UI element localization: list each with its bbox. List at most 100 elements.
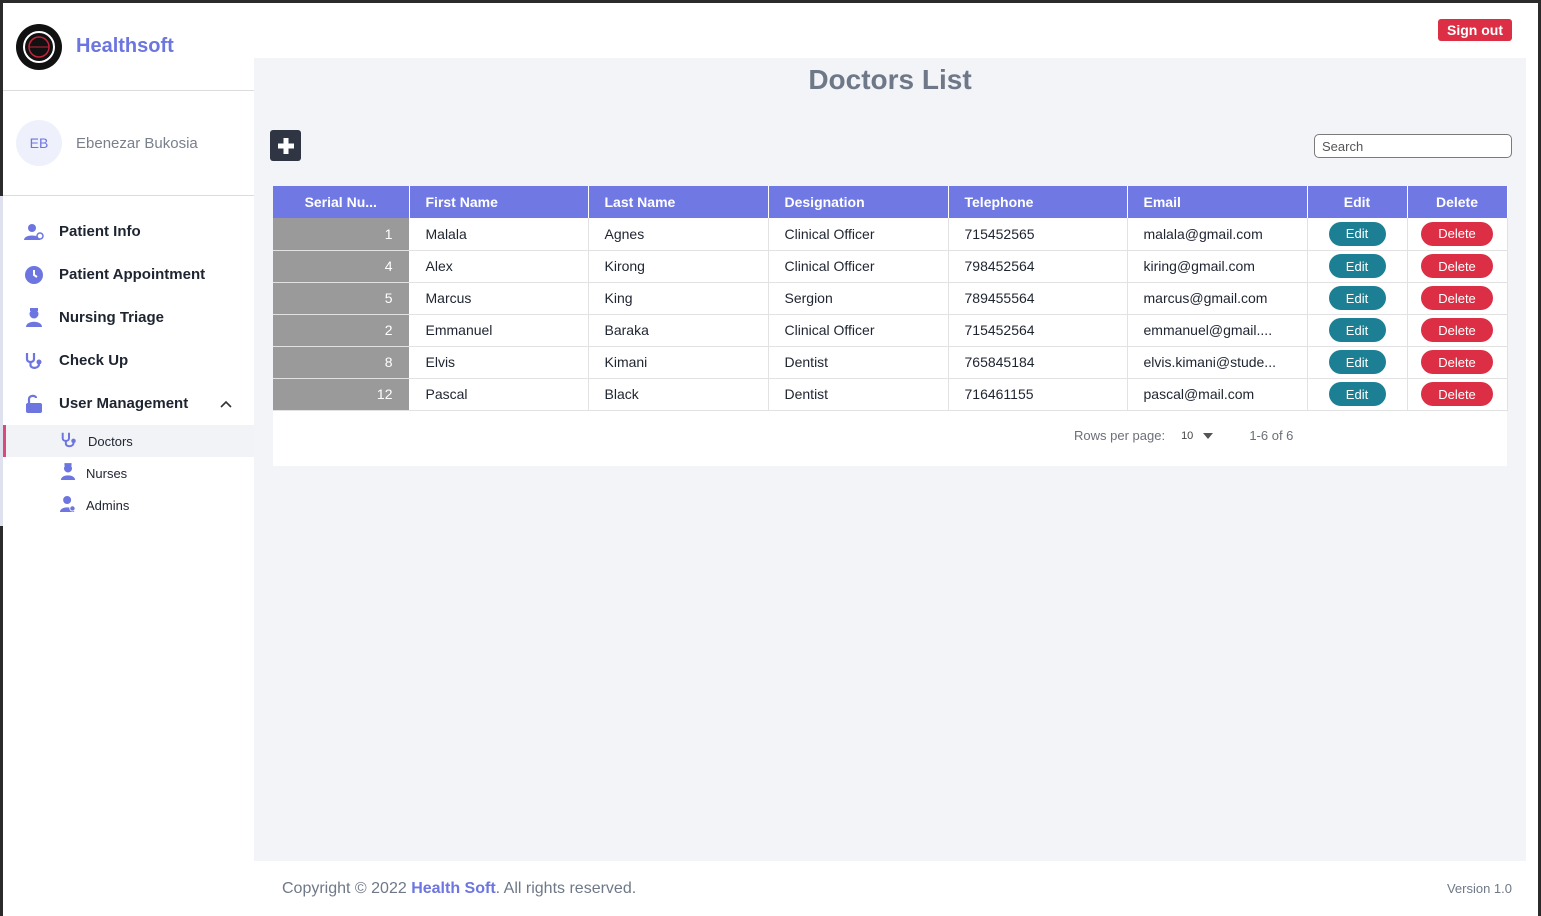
- sidebar-item-label: Patient Info: [59, 223, 141, 240]
- sidebar-subitem-label: Admins: [86, 497, 130, 513]
- cell-delete: Delete: [1407, 250, 1508, 283]
- edit-button[interactable]: Edit: [1328, 286, 1386, 310]
- table-row: 4 Alex Kirong Clinical Officer 798452564…: [273, 250, 1508, 283]
- cell-email: kiring@gmail.com: [1127, 250, 1308, 283]
- cell-first-name: Emmanuel: [409, 314, 589, 347]
- plus-icon: [277, 137, 294, 154]
- sidebar-item-check-up[interactable]: Check Up: [3, 339, 254, 382]
- cell-telephone: 715452564: [948, 314, 1128, 347]
- cell-email: marcus@gmail.com: [1127, 282, 1308, 315]
- column-header-edit: Edit: [1307, 186, 1408, 218]
- cell-last-name: King: [588, 282, 769, 315]
- sidebar-item-label: Patient Appointment: [59, 266, 206, 283]
- user-profile: EB Ebenezar Bukosia: [3, 91, 254, 196]
- cell-telephone: 765845184: [948, 346, 1128, 379]
- cell-serial: 5: [273, 282, 410, 315]
- sidebar-item-nursing-triage[interactable]: Nursing Triage: [3, 296, 254, 339]
- cell-delete: Delete: [1407, 378, 1508, 411]
- cell-first-name: Elvis: [409, 346, 589, 379]
- pagination: Rows per page: 10 1-6 of 6: [1074, 428, 1293, 443]
- column-header-email[interactable]: Email: [1127, 186, 1308, 218]
- edit-button[interactable]: Edit: [1328, 382, 1386, 406]
- footer-brand-link[interactable]: Health Soft: [411, 880, 495, 897]
- cell-serial: 4: [273, 250, 410, 283]
- column-header-serial[interactable]: Serial Nu...: [273, 186, 410, 218]
- column-header-first-name[interactable]: First Name: [409, 186, 589, 218]
- cell-serial: 12: [273, 378, 410, 411]
- delete-button[interactable]: Delete: [1421, 286, 1493, 310]
- admin-icon: [60, 495, 76, 516]
- cell-last-name: Kimani: [588, 346, 769, 379]
- sidebar-subitem-doctors[interactable]: Doctors: [3, 425, 254, 457]
- edit-button[interactable]: Edit: [1328, 254, 1386, 278]
- cell-telephone: 715452565: [948, 218, 1128, 251]
- column-header-delete: Delete: [1407, 186, 1508, 218]
- column-header-designation[interactable]: Designation: [768, 186, 949, 218]
- cell-edit: Edit: [1307, 250, 1408, 283]
- cell-last-name: Baraka: [588, 314, 769, 347]
- sidebar-item-patient-appointment[interactable]: Patient Appointment: [3, 253, 254, 296]
- cell-designation: Clinical Officer: [768, 218, 949, 251]
- edit-button[interactable]: Edit: [1328, 318, 1386, 342]
- sidebar-item-user-management[interactable]: User Management: [3, 382, 254, 425]
- delete-button[interactable]: Delete: [1421, 221, 1493, 246]
- cell-delete: Delete: [1407, 346, 1508, 379]
- sidebar: Healthsoft EB Ebenezar Bukosia Patient I…: [0, 3, 254, 916]
- pagination-range: 1-6 of 6: [1249, 428, 1294, 443]
- search-input[interactable]: [1314, 134, 1512, 158]
- stethoscope-icon: [23, 350, 45, 372]
- delete-button[interactable]: Delete: [1421, 382, 1493, 406]
- sidebar-subitem-admins[interactable]: Admins: [3, 489, 254, 521]
- table-row: 5 Marcus King Sergion 789455564 marcus@g…: [273, 282, 1508, 315]
- cell-telephone: 789455564: [948, 282, 1128, 315]
- cell-last-name: Black: [588, 378, 769, 411]
- cell-last-name: Agnes: [588, 218, 769, 251]
- cell-last-name: Kirong: [588, 250, 769, 283]
- chevron-up-icon[interactable]: [220, 395, 232, 412]
- cell-serial: 1: [273, 218, 410, 251]
- cell-telephone: 716461155: [948, 378, 1128, 411]
- cell-first-name: Marcus: [409, 282, 589, 315]
- cell-designation: Clinical Officer: [768, 250, 949, 283]
- copyright-suffix: . All rights reserved.: [495, 879, 637, 897]
- delete-button[interactable]: Delete: [1421, 254, 1493, 278]
- avatar: EB: [16, 120, 62, 166]
- caret-down-icon: [1203, 430, 1214, 442]
- sidebar-subitem-nurses[interactable]: Nurses: [3, 457, 254, 489]
- cell-designation: Dentist: [768, 346, 949, 379]
- cell-edit: Edit: [1307, 314, 1408, 347]
- sidebar-item-patient-info[interactable]: Patient Info: [3, 210, 254, 253]
- user-icon: [23, 221, 45, 243]
- delete-button[interactable]: Delete: [1421, 350, 1493, 374]
- sidebar-subitem-label: Nurses: [86, 465, 128, 481]
- rows-per-page-select[interactable]: 10: [1181, 430, 1214, 442]
- sidebar-item-label: Nursing Triage: [59, 309, 165, 326]
- sidebar-subitem-label: Doctors: [88, 433, 133, 449]
- nurse-icon: [60, 462, 76, 484]
- cell-delete: Delete: [1407, 282, 1508, 315]
- cell-first-name: Malala: [409, 218, 589, 251]
- nurse-icon: [23, 307, 45, 329]
- column-header-telephone[interactable]: Telephone: [948, 186, 1128, 218]
- cell-email: emmanuel@gmail....: [1127, 314, 1308, 347]
- edit-button[interactable]: Edit: [1328, 350, 1386, 374]
- edit-button[interactable]: Edit: [1328, 221, 1386, 246]
- cell-designation: Dentist: [768, 378, 949, 411]
- brand: Healthsoft: [3, 3, 254, 91]
- cell-delete: Delete: [1407, 314, 1508, 347]
- sign-out-button[interactable]: Sign out: [1438, 19, 1512, 41]
- rows-per-page-label: Rows per page:: [1074, 428, 1166, 443]
- cell-first-name: Alex: [409, 250, 589, 283]
- delete-button[interactable]: Delete: [1421, 318, 1493, 342]
- column-header-last-name[interactable]: Last Name: [588, 186, 769, 218]
- cell-designation: Clinical Officer: [768, 314, 949, 347]
- sidebar-item-label: User Management: [59, 395, 189, 412]
- cell-email: elvis.kimani@stude...: [1127, 346, 1308, 379]
- cell-telephone: 798452564: [948, 250, 1128, 283]
- sidebar-menu: Patient Info Patient Appointment Nursing…: [0, 196, 254, 526]
- table-header: Serial Nu... First Name Last Name Design…: [273, 186, 1508, 218]
- add-doctor-button[interactable]: [270, 130, 301, 161]
- cell-designation: Sergion: [768, 282, 949, 315]
- table-row: 2 Emmanuel Baraka Clinical Officer 71545…: [273, 314, 1508, 347]
- table-row: 1 Malala Agnes Clinical Officer 71545256…: [273, 218, 1508, 251]
